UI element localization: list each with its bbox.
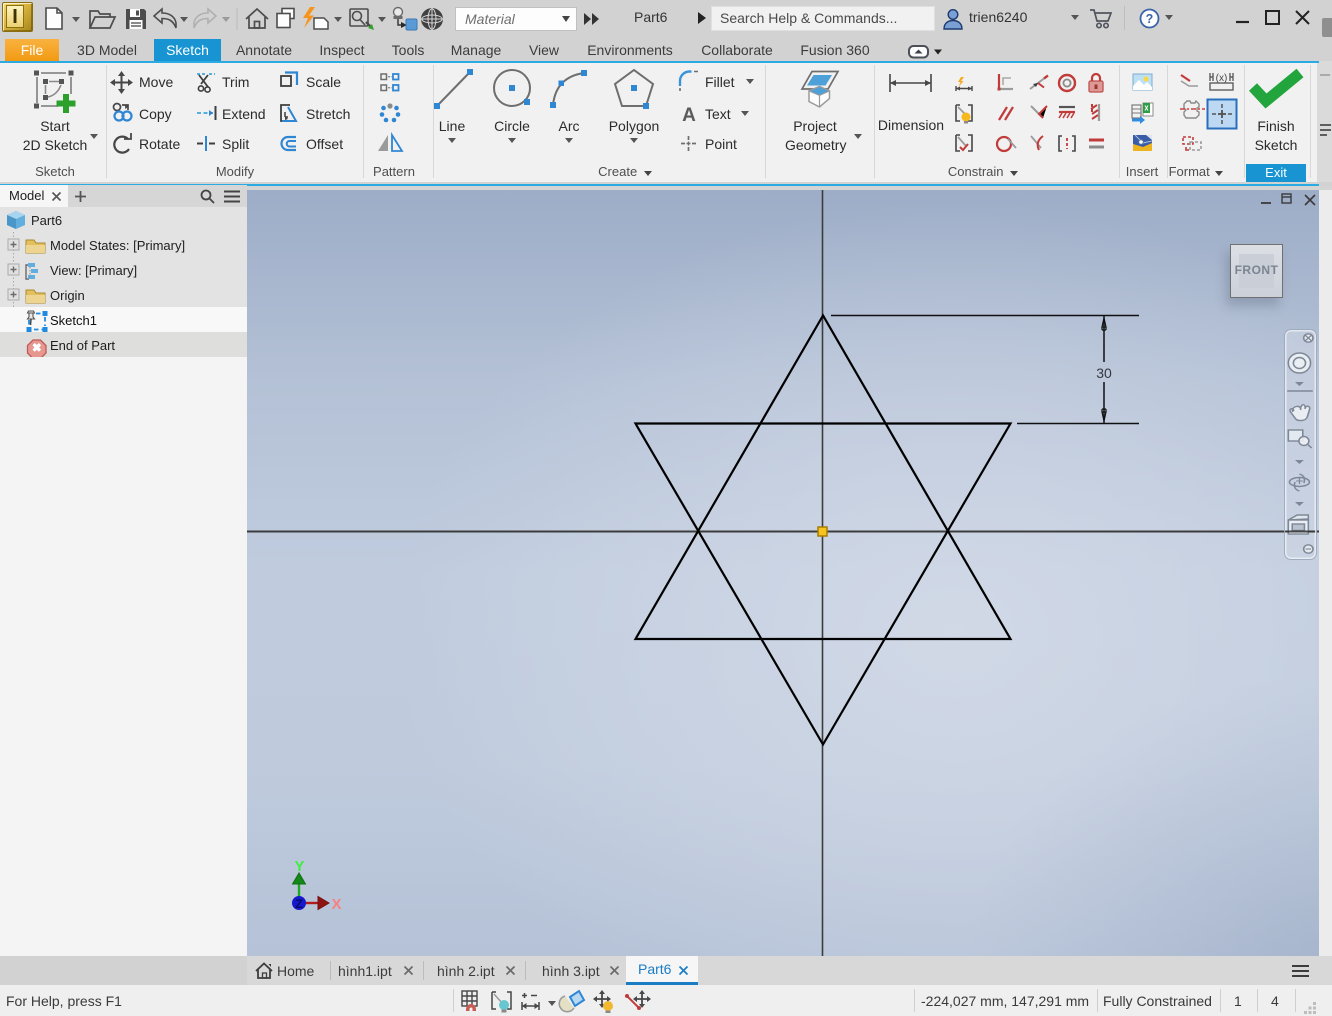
svg-text:(x): (x): [1216, 73, 1228, 84]
svg-text:?: ?: [1146, 12, 1154, 26]
svg-text:Y: Y: [294, 858, 304, 875]
svg-text:A: A: [682, 105, 696, 126]
svg-text:30: 30: [1096, 365, 1112, 381]
svg-text:Z: Z: [295, 897, 302, 911]
svg-text:X: X: [331, 896, 341, 913]
